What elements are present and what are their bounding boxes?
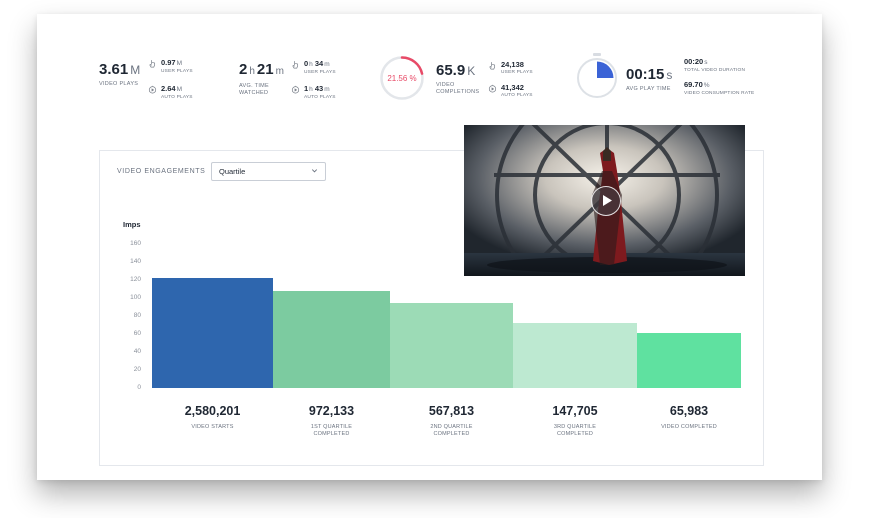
completion-rate-value: 21.56 % [387, 73, 417, 83]
auto-play-icon [488, 84, 497, 93]
avg-time-watched-kpi: 2 h 21 m AVG. TIME WATCHED [239, 62, 286, 97]
avg-time-watched-label: AVG. TIME WATCHED [239, 83, 270, 96]
video-plays-label: VIDEO PLAYS [99, 81, 139, 87]
video-plays-kpi: 3.61 M VIDEO PLAYS [99, 62, 140, 88]
y-axis-label: Imps [123, 220, 141, 229]
auto-plays-stat: 2.64M AUTO PLAYS [148, 85, 193, 101]
y-tick-label: 0 [137, 384, 141, 391]
stopwatch-icon [577, 53, 617, 98]
play-icon [603, 195, 612, 206]
y-tick-label: 80 [133, 312, 141, 319]
video-engagements-title: VIDEO ENGAGEMENTS [117, 168, 206, 175]
chevron-down-icon [311, 169, 318, 173]
video-plays-value: 3.61 M [99, 61, 141, 78]
y-tick-label: 20 [133, 366, 141, 373]
bar-category-label: VIDEO STARTS [191, 424, 234, 430]
y-tick-label: 100 [130, 294, 141, 301]
video-completions-kpi: 65.9 K VIDEO COMPLETIONS [436, 63, 479, 96]
avg-play-time-kpi: 00:15 s AVG PLAY TIME [626, 67, 672, 93]
bar-category-label: VIDEO COMPLETED [661, 424, 717, 430]
engagement-metric-dropdown[interactable]: Quartile [211, 162, 326, 181]
bar-value-label: 2,580,201 [184, 404, 241, 418]
stopwatch-gauge [576, 52, 618, 99]
time-auto-plays-stat: 1h 43m AUTO PLAYS [291, 85, 336, 101]
bar-category-label: 1ST QUARTILE COMPLETED [310, 424, 353, 437]
video-completions-label: VIDEO COMPLETIONS [436, 82, 480, 95]
y-tick-label: 160 [130, 240, 141, 247]
avg-play-time-value: 00:15 s [626, 66, 673, 83]
bar-value-label: 972,133 [308, 404, 355, 418]
avg-play-time-label: AVG PLAY TIME [626, 86, 671, 92]
bar-value-label: 65,983 [669, 404, 709, 418]
video-player[interactable] [464, 125, 745, 276]
auto-play-icon [291, 85, 300, 94]
auto-play-icon [148, 85, 157, 94]
bar-value-label: 147,705 [552, 404, 598, 418]
video-completions-value: 65.9 K [436, 62, 476, 79]
consumption-rate-stat: 69.70% VIDEO CONSUMPTION RATE [684, 80, 755, 97]
play-button[interactable] [591, 186, 621, 216]
hand-pointer-icon [292, 61, 299, 69]
y-tick-label: 120 [130, 276, 141, 283]
avg-time-watched-value: 2 h 21 m [239, 61, 284, 78]
y-tick-label: 140 [130, 258, 141, 265]
hand-pointer-icon [489, 62, 496, 70]
user-plays-stat: 0.97M USER PLAYS [148, 59, 193, 75]
time-user-plays-stat: 0h 34m USER PLAYS [291, 60, 336, 76]
chart-bar [637, 333, 741, 388]
y-tick-label: 40 [133, 348, 141, 355]
completions-user-plays-stat: 24,138 USER PLAYS [488, 61, 533, 76]
chart-bar [390, 303, 513, 388]
y-tick-label: 60 [133, 330, 141, 337]
bar-category-label: 2ND QUARTILE COMPLETED [430, 424, 473, 437]
chart-bar [152, 278, 273, 388]
bar-value-label: 567,813 [428, 404, 475, 418]
completions-auto-plays-stat: 41,342 AUTO PLAYS [488, 84, 533, 99]
chart-bar [513, 323, 637, 388]
completion-rate-gauge: 21.56 % [379, 55, 425, 101]
total-duration-stat: 00:20s TOTAL VIDEO DURATION [684, 57, 746, 74]
bar-category-label: 3RD QUARTILE COMPLETED [553, 424, 597, 437]
hand-pointer-icon [149, 60, 156, 68]
dropdown-selected-value: Quartile [219, 167, 246, 176]
chart-bar [273, 290, 390, 388]
